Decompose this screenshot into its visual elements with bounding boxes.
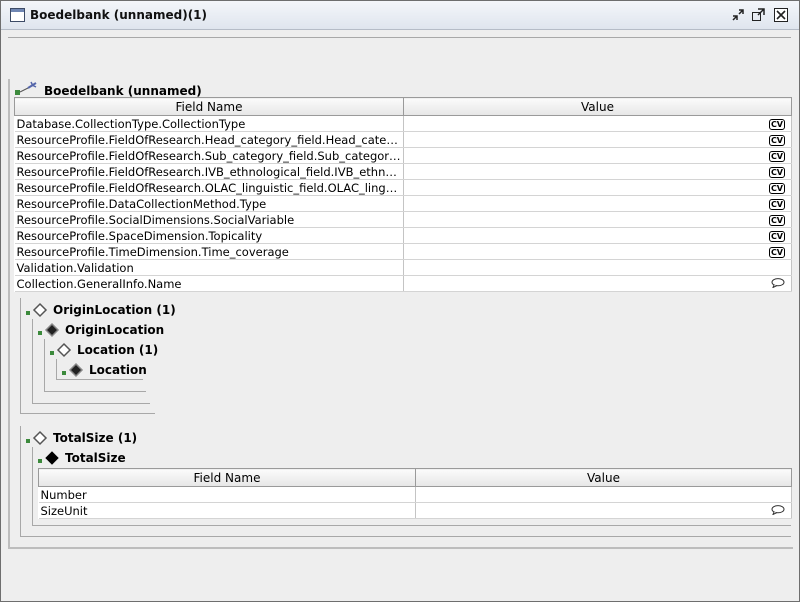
- controlled-vocabulary-icon[interactable]: CV: [768, 134, 785, 146]
- controlled-vocabulary-icon[interactable]: CV: [768, 214, 785, 226]
- table-row[interactable]: SizeUnit: [38, 502, 792, 519]
- hollow-diamond-icon: [49, 342, 73, 361]
- tree-connector: [44, 339, 45, 391]
- column-header-field-name[interactable]: Field Name: [38, 468, 416, 487]
- location-item[interactable]: Location: [89, 363, 147, 377]
- field-name-cell[interactable]: ResourceProfile.FieldOfResearch.OLAC_lin…: [14, 179, 404, 196]
- window-title: Boedelbank (unnamed)(1): [30, 8, 208, 22]
- field-name-cell[interactable]: SizeUnit: [38, 502, 416, 519]
- table-row[interactable]: ResourceProfile.FieldOfResearch.Sub_cate…: [14, 147, 792, 164]
- value-cell[interactable]: CV: [403, 163, 792, 180]
- controlled-vocabulary-icon[interactable]: CV: [768, 246, 785, 258]
- location-group[interactable]: Location (1): [77, 343, 158, 357]
- speech-bubble-icon[interactable]: [771, 277, 785, 291]
- table-row[interactable]: ResourceProfile.SpaceDimension.Topicalit…: [14, 227, 792, 244]
- value-cell[interactable]: [403, 275, 792, 292]
- table-row[interactable]: ResourceProfile.SocialDimensions.SocialV…: [14, 211, 792, 228]
- field-name-cell[interactable]: ResourceProfile.TimeDimension.Time_cover…: [14, 243, 404, 260]
- filled-diamond-icon: [37, 450, 61, 469]
- tree-connector: [32, 525, 791, 526]
- value-cell[interactable]: CV: [403, 227, 792, 244]
- value-cell[interactable]: CV: [403, 195, 792, 212]
- value-cell[interactable]: CV: [403, 147, 792, 164]
- total-size-group[interactable]: TotalSize (1): [53, 431, 137, 445]
- table-row[interactable]: ResourceProfile.FieldOfResearch.Head_cat…: [14, 131, 792, 148]
- column-header-value[interactable]: Value: [415, 468, 792, 487]
- value-cell[interactable]: CV: [403, 243, 792, 260]
- field-name-cell[interactable]: ResourceProfile.DataCollectionMethod.Typ…: [14, 195, 404, 212]
- field-name-cell[interactable]: Validation.Validation: [14, 259, 404, 276]
- value-cell[interactable]: CV: [403, 131, 792, 148]
- controlled-vocabulary-icon[interactable]: CV: [768, 198, 785, 210]
- size-fields-table: Field Name Value Number SizeUnit: [38, 468, 792, 519]
- field-name-cell[interactable]: ResourceProfile.FieldOfResearch.IVB_ethn…: [14, 163, 404, 180]
- column-header-field-name[interactable]: Field Name: [14, 97, 404, 116]
- tree-connector: [20, 413, 155, 414]
- column-header-value[interactable]: Value: [403, 97, 792, 116]
- field-name-cell[interactable]: Number: [38, 486, 416, 503]
- table-row[interactable]: ResourceProfile.TimeDimension.Time_cover…: [14, 243, 792, 260]
- field-name-cell[interactable]: Collection.GeneralInfo.Name: [14, 275, 404, 292]
- value-cell[interactable]: CV: [403, 179, 792, 196]
- table-row[interactable]: ResourceProfile.DataCollectionMethod.Typ…: [14, 195, 792, 212]
- value-cell[interactable]: [415, 486, 792, 503]
- field-name-cell[interactable]: ResourceProfile.FieldOfResearch.Sub_cate…: [14, 147, 404, 164]
- content-frame-top: [8, 37, 791, 38]
- tree-connector: [20, 426, 21, 536]
- tree-connector: [32, 447, 33, 525]
- maximize-icon[interactable]: [751, 8, 765, 22]
- app-window: Boedelbank (unnamed)(1) Boedelbank (unna…: [0, 0, 800, 602]
- tree-connector: [32, 319, 33, 403]
- table-row[interactable]: ResourceProfile.FieldOfResearch.IVB_ethn…: [14, 163, 792, 180]
- table-row[interactable]: ResourceProfile.FieldOfResearch.OLAC_lin…: [14, 179, 792, 196]
- field-name-cell[interactable]: Database.CollectionType.CollectionType: [14, 115, 404, 132]
- controlled-vocabulary-icon[interactable]: CV: [768, 166, 785, 178]
- controlled-vocabulary-icon[interactable]: CV: [768, 118, 785, 130]
- fields-table: Field Name Value Database.CollectionType…: [14, 97, 792, 292]
- tree-connector: [20, 536, 791, 537]
- speech-bubble-icon[interactable]: [771, 504, 785, 518]
- field-name-cell[interactable]: ResourceProfile.SocialDimensions.SocialV…: [14, 211, 404, 228]
- hollow-diamond-icon: [25, 302, 49, 321]
- field-name-cell[interactable]: ResourceProfile.FieldOfResearch.Head_cat…: [14, 131, 404, 148]
- window-icon: [10, 8, 25, 22]
- tree-connector: [32, 403, 150, 404]
- total-size-item[interactable]: TotalSize: [65, 451, 126, 465]
- title-bar[interactable]: Boedelbank (unnamed)(1): [1, 1, 799, 30]
- tree-connector: [44, 391, 146, 392]
- origin-location-item[interactable]: OriginLocation: [65, 323, 164, 337]
- value-cell[interactable]: CV: [403, 115, 792, 132]
- tree-connector: [20, 298, 21, 413]
- controlled-vocabulary-icon[interactable]: CV: [768, 230, 785, 242]
- value-cell[interactable]: [403, 259, 792, 276]
- root-node-label: Boedelbank (unnamed): [44, 83, 202, 98]
- controlled-vocabulary-icon[interactable]: CV: [768, 182, 785, 194]
- close-icon[interactable]: [774, 8, 788, 22]
- origin-location-group[interactable]: OriginLocation (1): [53, 303, 176, 317]
- value-cell[interactable]: [415, 502, 792, 519]
- tree-connector: [56, 359, 57, 379]
- filled-diamond-icon: [37, 322, 61, 341]
- minimize-icon[interactable]: [731, 8, 745, 22]
- value-cell[interactable]: CV: [403, 211, 792, 228]
- controlled-vocabulary-icon[interactable]: CV: [768, 150, 785, 162]
- hollow-diamond-icon: [25, 430, 49, 449]
- field-name-cell[interactable]: ResourceProfile.SpaceDimension.Topicalit…: [14, 227, 404, 244]
- table-row[interactable]: Validation.Validation: [14, 259, 792, 276]
- table-row[interactable]: Database.CollectionType.CollectionType CV: [14, 115, 792, 132]
- table-row[interactable]: Collection.GeneralInfo.Name: [14, 275, 792, 292]
- filled-diamond-icon: [61, 362, 85, 381]
- table-row[interactable]: Number: [38, 486, 792, 503]
